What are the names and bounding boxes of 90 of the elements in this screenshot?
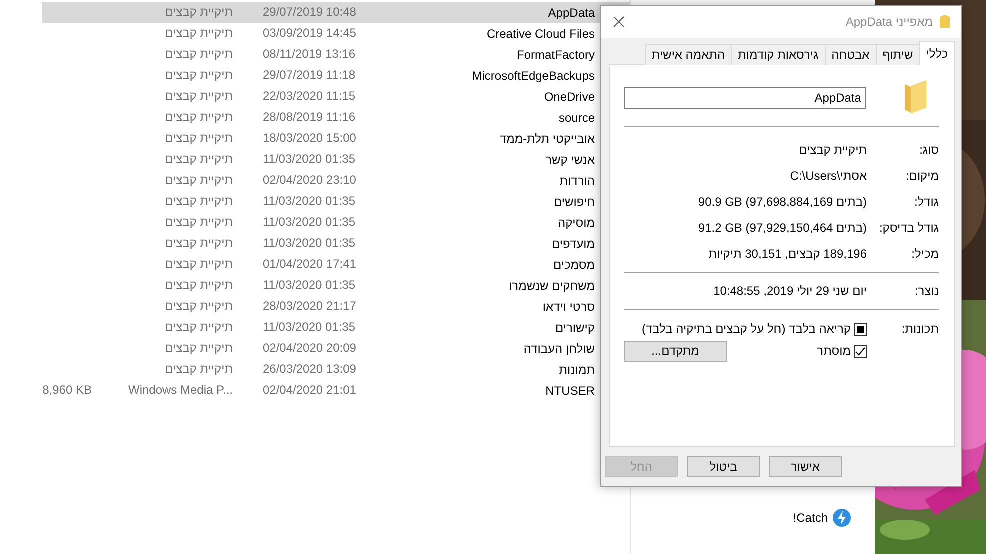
dialog-button[interactable]: ביטול <box>687 456 760 477</box>
type-cell-text: תיקיית קבצים <box>164 130 233 147</box>
tab[interactable]: אבטחה <box>824 44 877 65</box>
file-name: מסמכים <box>552 258 595 272</box>
property-label: מכיל: <box>910 247 939 261</box>
property-label: גודל: <box>913 195 939 209</box>
file-name: אובייקטי תלת-ממד <box>498 132 595 146</box>
file-name: סרטי וידאו <box>542 300 595 314</box>
date-cell-text: 11/03/2020 01:35 <box>263 277 357 294</box>
nav-item[interactable]: Catch! <box>793 511 828 525</box>
date-cell-text: 18/03/2020 15:00 <box>263 130 358 147</box>
date-cell-text: 11/03/2020 01:35 <box>263 235 357 252</box>
date-cell-text: 22/03/2020 11:15 <box>263 88 357 105</box>
type-cell-text: תיקיית קבצים <box>164 361 233 378</box>
date-cell-text: 28/03/2020 21:17 <box>263 298 358 315</box>
file-name: הורדות <box>558 174 595 188</box>
type-cell-text: תיקיית קבצים <box>164 235 233 252</box>
property-value: 90.9 GB (97,698,884,169 בתים) <box>697 195 867 209</box>
tab[interactable]: התאמה אישית <box>644 44 732 65</box>
file-name: שולחן העבודה <box>522 342 595 356</box>
type-cell-text: תיקיית קבצים <box>164 109 233 126</box>
file-name: MicrosoftEdgeBackups <box>471 68 595 82</box>
property-value: תיקיית קבצים <box>798 143 867 157</box>
checkbox-label: מוסתר <box>817 344 851 358</box>
date-cell-text: 11/03/2020 01:35 <box>263 193 357 210</box>
date-cell-text: 11/03/2020 01:35 <box>263 151 357 168</box>
date-cell-text: 02/04/2020 20:09 <box>263 340 358 357</box>
date-cell-text: 03/09/2019 14:45 <box>263 25 358 42</box>
checkbox-label: קריאה בלבד (חל על קבצים בתיקיה בלבד) <box>642 322 851 336</box>
file-name: AppData <box>547 6 595 20</box>
file-name: משחקים שנשמרו <box>508 278 595 292</box>
tab[interactable]: כללי <box>919 41 955 65</box>
property-value: C:\Users\אסתי <box>789 169 867 183</box>
type-cell-text: תיקיית קבצים <box>164 214 233 231</box>
checkbox[interactable] <box>854 322 867 336</box>
type-cell-text: תיקיית קבצים <box>164 256 233 273</box>
property-label: סוג: <box>918 143 939 157</box>
date-cell-text: 29/07/2019 10:48 <box>263 4 358 21</box>
file-name: אנשי קשר <box>544 152 595 166</box>
type-cell-text: תיקיית קבצים <box>164 25 233 42</box>
date-cell-text: 11/03/2020 01:35 <box>263 214 357 231</box>
date-cell-text: 02/04/2020 23:10 <box>263 172 358 189</box>
date-cell-text: 08/11/2019 13:16 <box>263 46 357 63</box>
type-cell-text: תיקיית קבצים <box>164 4 233 21</box>
dialog-button[interactable]: אישור <box>769 456 842 477</box>
type-cell-text: תיקיית קבצים <box>164 172 233 189</box>
property-value: 189,196 קבצים, 30,151 תיקיות <box>708 247 867 261</box>
date-cell-text: 29/07/2019 11:18 <box>263 67 357 84</box>
checkbox[interactable] <box>854 344 867 358</box>
date-cell-text: 28/08/2019 11:16 <box>263 109 357 126</box>
file-name: מוסיקה <box>556 216 595 230</box>
type-cell-text: תיקיית קבצים <box>164 67 233 84</box>
name-field[interactable]: AppData <box>624 87 866 109</box>
type-cell-text: Windows Media P... <box>128 382 233 399</box>
window-title: מאפייני AppData <box>844 15 933 29</box>
file-name: OneDrive <box>543 90 595 104</box>
type-cell-text: תיקיית קבצים <box>164 277 233 294</box>
date-cell-text: 01/04/2020 17:41 <box>263 256 358 273</box>
property-label: נוצר: <box>914 284 939 298</box>
file-name: קישורים <box>554 320 595 334</box>
folder-icon <box>903 80 929 116</box>
tab[interactable]: שיתוף <box>876 44 920 65</box>
type-cell-text: תיקיית קבצים <box>164 193 233 210</box>
type-cell-text: תיקיית קבצים <box>164 151 233 168</box>
property-label: מיקום: <box>904 169 939 183</box>
file-name: תמונות <box>558 362 595 376</box>
close-icon <box>613 16 625 28</box>
advanced-button[interactable]: מתקדם... <box>624 340 727 362</box>
type-cell-text: תיקיית קבצים <box>164 340 233 357</box>
property-value: 91.2 GB (97,929,150,464 בתים) <box>697 221 867 235</box>
date-cell-text: 26/03/2020 13:09 <box>263 361 358 378</box>
file-name: NTUSER <box>544 384 595 398</box>
property-label: תכונות: <box>900 322 939 336</box>
date-cell-text: 02/04/2020 21:01 <box>263 382 358 399</box>
type-cell-text: תיקיית קבצים <box>164 88 233 105</box>
file-name: מועדפים <box>551 236 595 250</box>
tab[interactable]: גירסאות קודמות <box>731 44 826 65</box>
file-name: FormatFactory <box>516 48 595 62</box>
property-value: יום שני 29 יולי 2019, 10:48:55 <box>712 284 867 298</box>
type-cell-text: תיקיית קבצים <box>164 319 233 336</box>
type-cell-text: תיקיית קבצים <box>164 46 233 63</box>
file-name: חיפושים <box>553 194 595 208</box>
type-cell-text: תיקיית קבצים <box>164 298 233 315</box>
size-cell-text: 8,960 KB <box>42 382 92 399</box>
lightning-icon <box>833 509 851 527</box>
file-name: source <box>558 110 595 124</box>
date-cell-text: 11/03/2020 01:35 <box>263 319 357 336</box>
property-label: גודל בדיסק: <box>878 221 939 235</box>
folder-icon <box>939 15 951 29</box>
file-name: Creative Cloud Files <box>486 26 595 40</box>
